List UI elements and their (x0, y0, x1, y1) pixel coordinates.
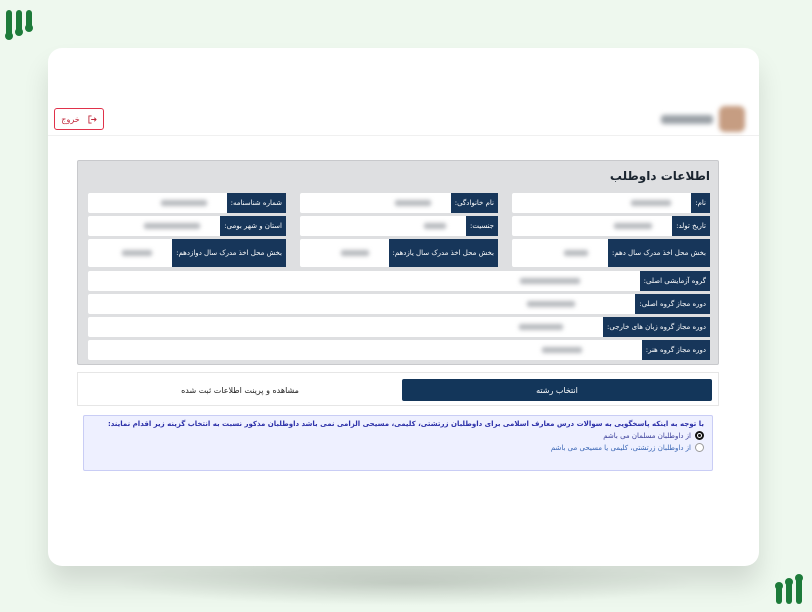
radio-muslim[interactable] (695, 431, 704, 440)
gender-field: جنسیت: (300, 216, 498, 236)
gender-value-blurred (423, 223, 446, 229)
avatar (719, 106, 745, 132)
grade11-region-label: بخش محل اخذ مدرک سال یازدهم: (388, 239, 498, 267)
select-major-button[interactable]: انتخاب رشته (402, 379, 712, 401)
last-name-value-blurred (394, 200, 431, 206)
grade10-region-value-blurred (563, 250, 588, 256)
art-period-value-blurred (541, 347, 582, 353)
option-other-religion-label: از داوطلبان زرتشتی، کلیمی یا مسیحی می با… (550, 443, 691, 452)
grade11-region-field: بخش محل اخذ مدرک سال یازدهم: (300, 239, 498, 267)
notice-text: با توجه به اینکه پاسخگویی به سوالات درس … (107, 420, 704, 428)
option-muslim[interactable]: از داوطلبان مسلمان می باشم (92, 431, 704, 440)
first-name-field: نام: (512, 193, 710, 213)
province-city-value-blurred (144, 223, 201, 229)
religion-notice: با توجه به اینکه پاسخگویی به سوالات درس … (83, 415, 713, 471)
first-name-label: نام: (691, 193, 710, 213)
action-bar: انتخاب رشته مشاهده و پرینت اطلاعات ثبت ش… (77, 372, 719, 406)
screenshot-card: خروج اطلاعات داوطلب نام: نام خانوادگی: ش (48, 48, 759, 566)
last-name-label: نام خانوادگی: (450, 193, 498, 213)
id-number-label: شماره شناسنامه: (226, 193, 286, 213)
brand-logo-bottom-right (775, 574, 803, 604)
grade11-region-value-blurred (340, 250, 369, 256)
province-city-field: استان و شهر بومی: (88, 216, 286, 236)
user-profile-blurred (655, 106, 745, 132)
id-number-field: شماره شناسنامه: (88, 193, 286, 213)
foreign-lang-period-value-blurred (519, 324, 564, 330)
main-group-period-value-blurred (527, 301, 576, 307)
main-group-value-blurred (519, 278, 580, 284)
main-group-period-label: دوره مجاز گروه اصلی: (635, 294, 710, 314)
art-period-label: دوره مجاز گروه هنر: (641, 340, 710, 360)
first-name-value-blurred (631, 200, 672, 206)
grade10-region-label: بخش محل اخذ مدرک سال دهم: (607, 239, 710, 267)
view-print-button[interactable]: مشاهده و پرینت اطلاعات ثبت شده (84, 379, 396, 401)
foreign-lang-period-label: دوره مجاز گروه زبان های خارجی: (603, 317, 710, 337)
art-period-field: دوره مجاز گروه هنر: (88, 340, 710, 360)
grade12-region-label: بخش محل اخذ مدرک سال دوازدهم: (172, 239, 286, 267)
radio-other-religion[interactable] (695, 443, 704, 452)
grade12-region-field: بخش محل اخذ مدرک سال دوازدهم: (88, 239, 286, 267)
grade12-region-value-blurred (122, 250, 153, 256)
option-other-religion[interactable]: از داوطلبان زرتشتی، کلیمی یا مسیحی می با… (92, 443, 704, 452)
card-shadow (110, 560, 700, 606)
birth-date-value-blurred (614, 223, 653, 229)
grade10-region-field: بخش محل اخذ مدرک سال دهم: (512, 239, 710, 267)
exit-label: خروج (61, 114, 80, 124)
main-group-period-field: دوره مجاز گروه اصلی: (88, 294, 710, 314)
birth-date-field: تاریخ تولد: (512, 216, 710, 236)
top-bar: خروج (48, 106, 759, 136)
brand-logo-top-left (5, 10, 33, 40)
birth-date-label: تاریخ تولد: (672, 216, 710, 236)
main-group-field: گروه آزمایشی اصلی: (88, 271, 710, 291)
province-city-label: استان و شهر بومی: (220, 216, 286, 236)
user-name-blurred (661, 114, 713, 124)
id-number-value-blurred (160, 200, 207, 206)
logout-icon (88, 114, 97, 124)
foreign-lang-period-field: دوره مجاز گروه زبان های خارجی: (88, 317, 710, 337)
option-muslim-label: از داوطلبان مسلمان می باشم (603, 431, 691, 440)
gender-label: جنسیت: (465, 216, 498, 236)
exit-button[interactable]: خروج (54, 108, 104, 130)
candidate-info-panel: اطلاعات داوطلب نام: نام خانوادگی: شماره … (77, 160, 719, 365)
last-name-field: نام خانوادگی: (300, 193, 498, 213)
main-group-label: گروه آزمایشی اصلی: (639, 271, 710, 291)
panel-title: اطلاعات داوطلب (609, 169, 710, 183)
